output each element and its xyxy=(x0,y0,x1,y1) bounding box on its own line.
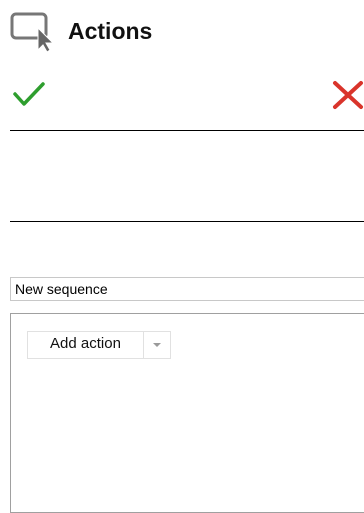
panel-header: Actions xyxy=(10,12,153,53)
add-action-split-button: Add action xyxy=(27,331,171,359)
divider-top xyxy=(10,130,364,131)
cancel-button[interactable] xyxy=(332,80,364,110)
actions-list-panel: Add action xyxy=(10,313,364,513)
confirm-button[interactable] xyxy=(12,80,46,108)
add-action-button[interactable]: Add action xyxy=(28,332,144,358)
checkmark-icon xyxy=(13,82,45,106)
close-icon xyxy=(333,81,363,109)
divider-bottom xyxy=(10,221,364,222)
chevron-down-icon xyxy=(153,343,161,347)
sequence-name-input[interactable] xyxy=(10,277,364,301)
add-action-dropdown-button[interactable] xyxy=(144,332,170,358)
page-title: Actions xyxy=(68,17,153,44)
window-cursor-icon xyxy=(10,12,60,53)
